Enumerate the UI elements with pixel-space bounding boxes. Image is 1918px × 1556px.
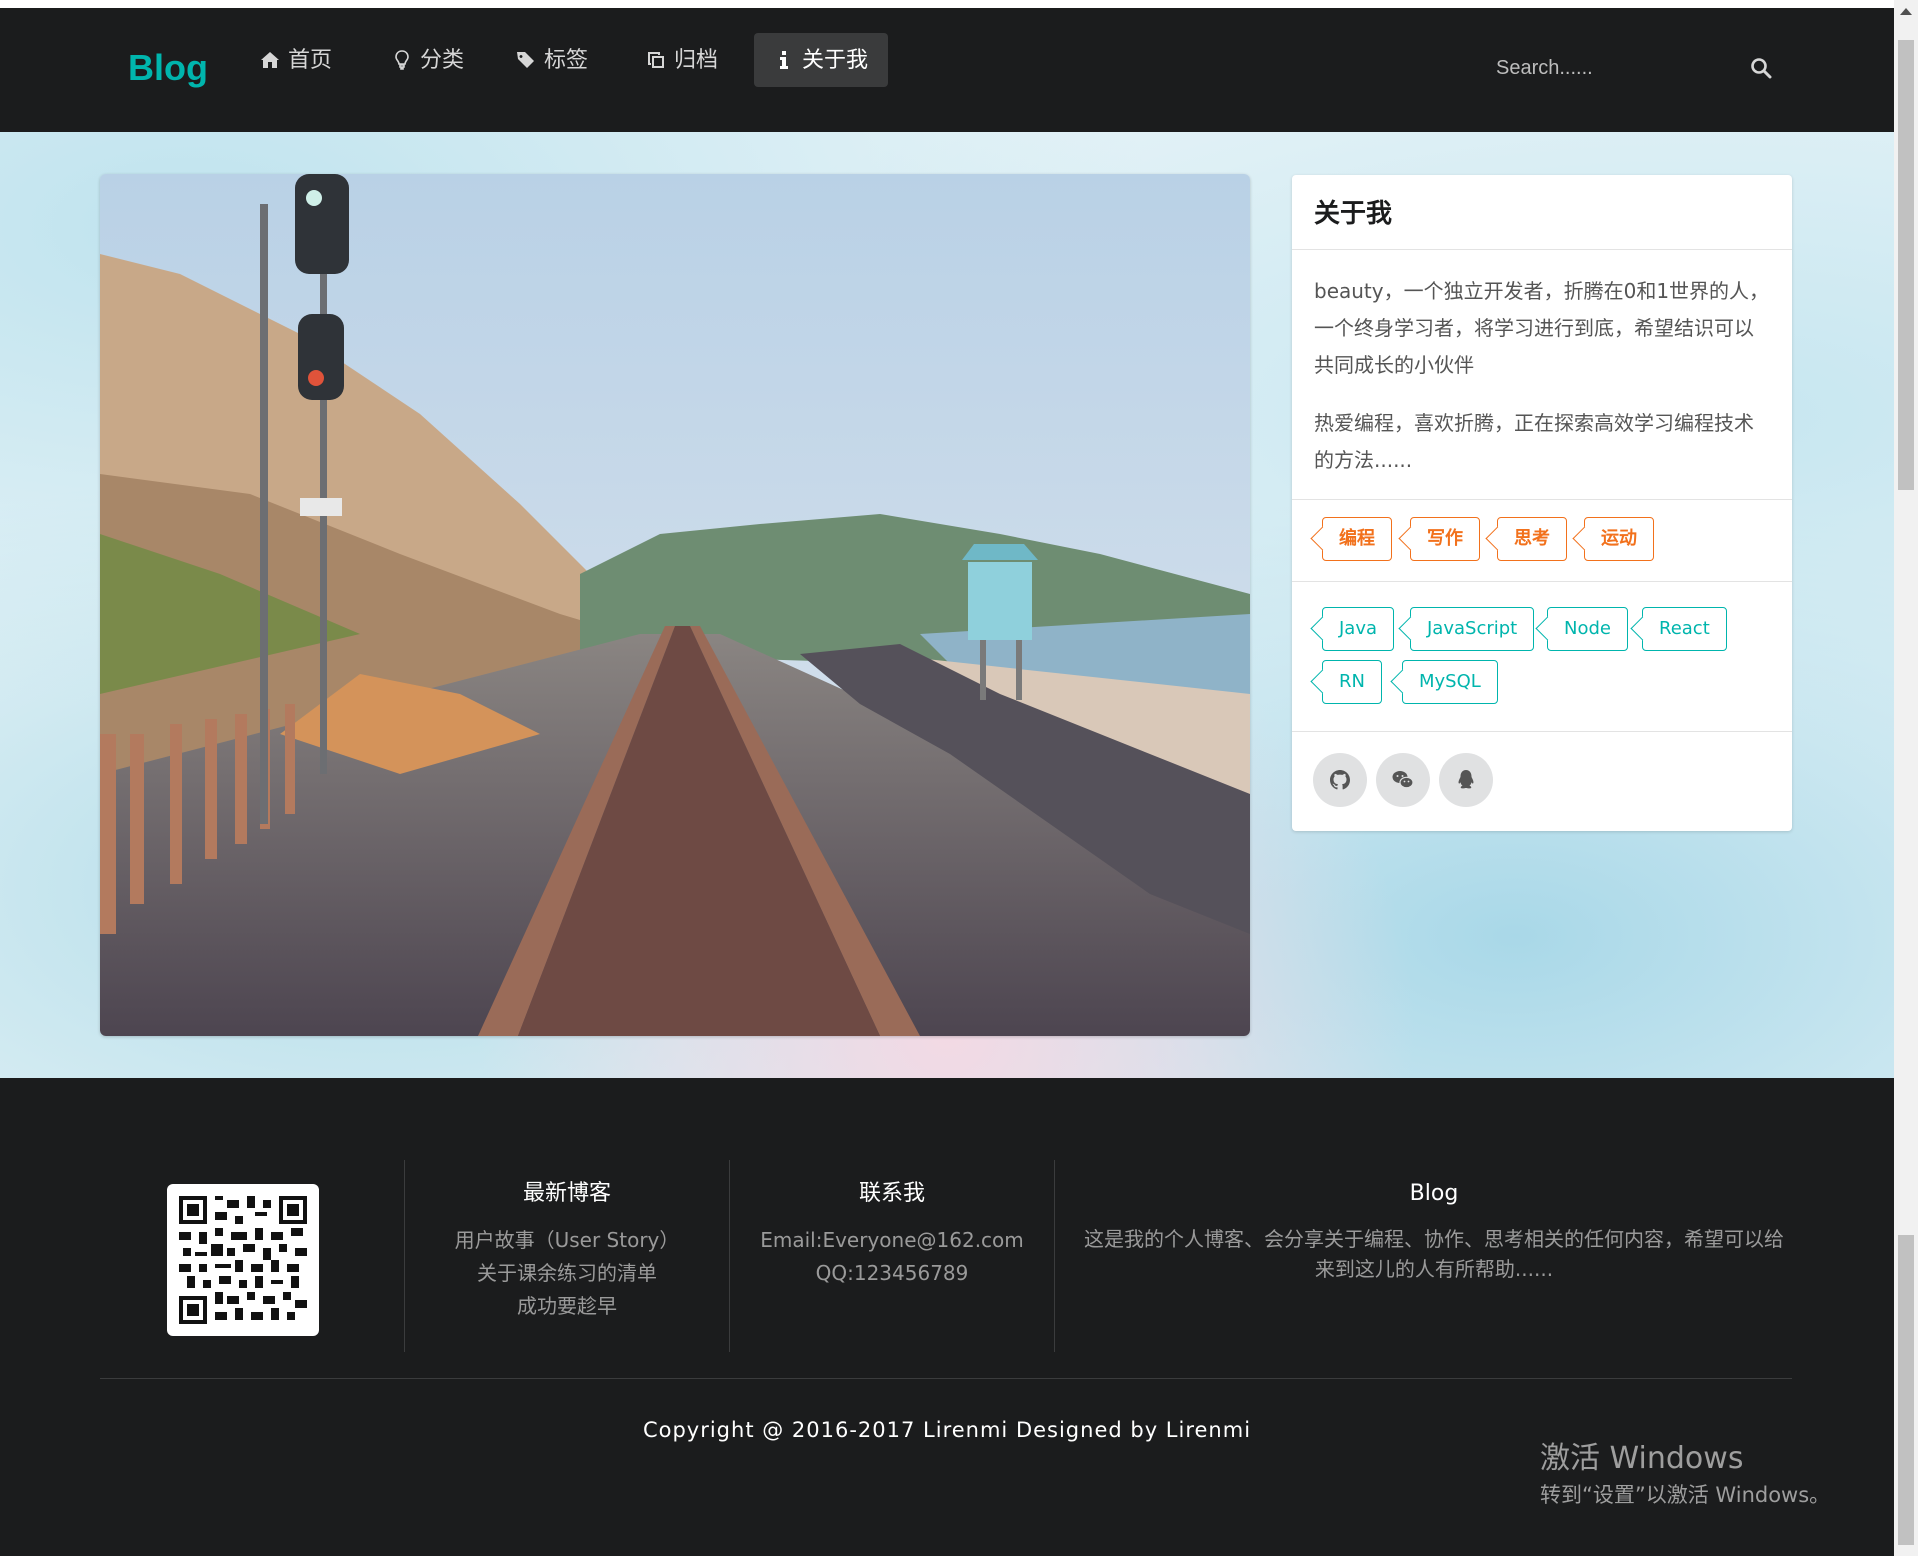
nav-home-label: 首页 (288, 47, 333, 72)
blog-heading: Blog (1409, 1181, 1459, 1206)
watermark-line-1: 激活 Windows (1540, 1441, 1744, 1476)
skill-tag[interactable]: Node (1547, 607, 1628, 651)
search-box (1496, 46, 1776, 90)
footer: 最新博客 用户故事（User Story） 关于课余练习的清单 成功要趁早 联系… (0, 1078, 1894, 1556)
about-title: 关于我 (1314, 199, 1393, 229)
interest-tag[interactable]: 运动 (1584, 517, 1654, 561)
page: Blog 首页 分类 标签 归档 关于我 Search...... 关于我 be… (0, 0, 1894, 1556)
info-icon (780, 51, 788, 69)
skill-tag[interactable]: React (1642, 607, 1727, 651)
watermark-line-2: 转到“设置”以激活 Windows。 (1540, 1483, 1831, 1507)
skill-tag[interactable]: JavaScript (1410, 607, 1535, 651)
latest-posts-column: 最新博客 用户故事（User Story） 关于课余练习的清单 成功要趁早 (405, 1176, 729, 1323)
divider (100, 1378, 1792, 1379)
blog-column: Blog 这是我的个人博客、会分享关于编程、协作、思考相关的任何内容，希望可以给… (1080, 1176, 1788, 1284)
skill-tag[interactable]: MySQL (1402, 660, 1498, 704)
search-input[interactable] (1496, 46, 1726, 90)
divider (1292, 731, 1792, 732)
nav-tags-label: 标签 (544, 47, 589, 72)
interest-tag[interactable]: 编程 (1322, 517, 1392, 561)
divider (1292, 249, 1792, 250)
blog-description: 这是我的个人博客、会分享关于编程、协作、思考相关的任何内容，希望可以给来到这儿的… (1084, 1227, 1784, 1281)
nav-about-label: 关于我 (802, 47, 869, 72)
skill-tag[interactable]: Java (1322, 607, 1395, 651)
qq-button[interactable] (1439, 753, 1493, 807)
windows-activation-watermark: 激活 Windows 转到“设置”以激活 Windows。 (1540, 1438, 1830, 1510)
nav-categories[interactable]: 分类 (372, 33, 484, 87)
contact-qq[interactable]: QQ:123456789 (730, 1257, 1054, 1290)
latest-post-link[interactable]: 用户故事（User Story） (405, 1224, 729, 1257)
clone-icon (648, 52, 664, 68)
wechat-icon (1392, 771, 1414, 789)
nav-tags[interactable]: 标签 (496, 33, 608, 87)
qq-icon (1458, 770, 1474, 789)
interest-tag[interactable]: 写作 (1410, 517, 1480, 561)
qr-code (167, 1184, 319, 1336)
contact-column: 联系我 Email:Everyone@162.com QQ:123456789 (730, 1176, 1054, 1290)
main-content: 关于我 beauty，一个独立开发者，折腾在0和1世界的人，一个终身学习者，将学… (0, 132, 1894, 1078)
scrollbar-thumb-lower[interactable] (1898, 1235, 1914, 1545)
nav-archive-label: 归档 (674, 47, 719, 72)
about-card: 关于我 beauty，一个独立开发者，折腾在0和1世界的人，一个终身学习者，将学… (1292, 175, 1792, 831)
scrollbar-thumb[interactable] (1898, 40, 1914, 490)
about-paragraph-2: 热爱编程，喜欢折腾，正在探索高效学习编程技术的方法...... (1314, 411, 1754, 472)
scroll-up-arrow-icon[interactable] (1900, 8, 1912, 15)
home-icon (261, 52, 279, 68)
skill-tag[interactable]: RN (1322, 660, 1382, 704)
divider (1292, 499, 1792, 500)
nav-archive[interactable]: 归档 (626, 33, 738, 87)
hero-image (100, 174, 1250, 1036)
navbar: Blog 首页 分类 标签 归档 关于我 (0, 8, 1894, 132)
divider (1054, 1160, 1055, 1352)
nav-categories-label: 分类 (420, 47, 465, 72)
nav-about[interactable]: 关于我 (754, 33, 888, 87)
latest-posts-heading: 最新博客 (522, 1181, 611, 1206)
wechat-button[interactable] (1376, 753, 1430, 807)
latest-post-link[interactable]: 成功要趁早 (405, 1290, 729, 1323)
scrollbar[interactable] (1894, 0, 1918, 1556)
divider (1292, 581, 1792, 582)
brand-logo[interactable]: Blog (128, 38, 208, 98)
github-icon (1330, 770, 1350, 790)
tags-icon (517, 52, 534, 68)
nav-home[interactable]: 首页 (240, 33, 352, 87)
contact-email[interactable]: Email:Everyone@162.com (730, 1224, 1054, 1257)
github-button[interactable] (1313, 753, 1367, 807)
about-paragraph-1: beauty，一个独立开发者，折腾在0和1世界的人，一个终身学习者，将学习进行到… (1314, 279, 1770, 377)
latest-post-link[interactable]: 关于课余练习的清单 (405, 1257, 729, 1290)
lightbulb-icon (395, 50, 409, 70)
search-icon[interactable] (1750, 57, 1772, 79)
top-strip (0, 0, 1894, 8)
contact-heading: 联系我 (858, 1181, 925, 1206)
interest-tag[interactable]: 思考 (1497, 517, 1567, 561)
